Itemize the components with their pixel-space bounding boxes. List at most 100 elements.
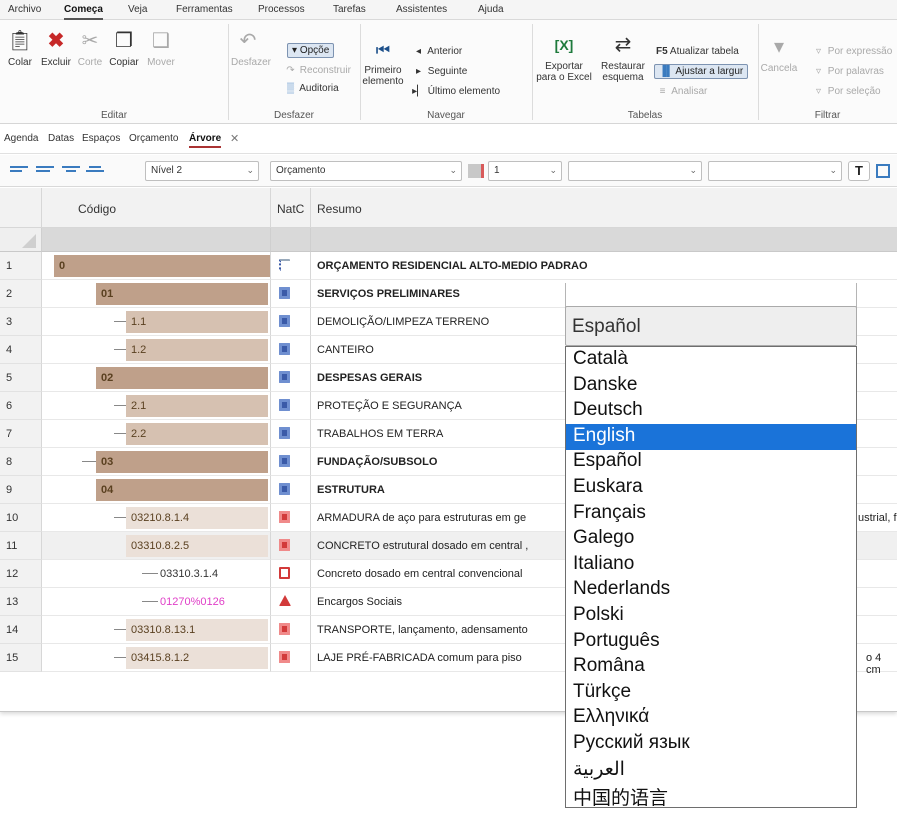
filter-by-words[interactable]: ▿ Por palavras xyxy=(812,66,884,77)
update-table-button[interactable]: F5 Atualizar tabela xyxy=(656,46,739,57)
code-cell[interactable]: ▷03210.8.1.4 xyxy=(42,504,271,532)
code-cell[interactable]: 01270%0126 xyxy=(42,588,271,616)
last-element-button[interactable]: ▸▏ Último elemento xyxy=(412,86,500,97)
natc-cell[interactable] xyxy=(271,588,311,616)
expand-all-icon[interactable] xyxy=(86,164,104,176)
expand-node-icon[interactable] xyxy=(62,164,80,176)
tab-arvore[interactable]: Árvore xyxy=(189,133,222,148)
language-option[interactable]: Türkçe xyxy=(566,680,856,706)
paste-button[interactable]: 📋︎ Colar xyxy=(4,28,36,68)
language-option[interactable]: Deutsch xyxy=(566,398,856,424)
code-cell[interactable]: ◢03310.8.2.5 xyxy=(42,532,271,560)
expand-level-icon[interactable] xyxy=(36,164,54,176)
language-option[interactable]: Español xyxy=(566,449,856,475)
tab-espacos[interactable]: Espaços xyxy=(82,133,120,144)
next-button[interactable]: ▸ Seguinte xyxy=(412,66,467,77)
code-cell[interactable]: ▷2.1 xyxy=(42,392,271,420)
language-option[interactable]: Danske xyxy=(566,373,856,399)
delete-button[interactable]: ✖ Excluir xyxy=(38,28,74,68)
filter-row-cell[interactable] xyxy=(311,228,897,252)
natc-cell[interactable] xyxy=(271,644,311,672)
code-cell[interactable]: 03310.3.1.4 xyxy=(42,560,271,588)
natc-cell[interactable] xyxy=(271,420,311,448)
filter-row-cell[interactable] xyxy=(271,228,311,252)
close-tab-icon[interactable]: ✕ xyxy=(230,132,239,145)
language-option[interactable]: Româna xyxy=(566,654,856,680)
language-option[interactable]: Français xyxy=(566,501,856,527)
table-row[interactable]: 1◢0 ORÇAMENTO RESIDENCIAL ALTO-MEDIO PADR… xyxy=(0,252,897,280)
budget-select[interactable]: Orçamento ⌄ xyxy=(270,161,462,181)
move-button[interactable]: ❑ Mover xyxy=(144,28,178,68)
column-header-codigo[interactable]: Código xyxy=(42,188,271,228)
field-select-1[interactable]: ⌄ xyxy=(568,161,702,181)
menu-tarefas[interactable]: Tarefas xyxy=(333,4,366,15)
export-excel-button[interactable]: [X] Exportar para o Excel xyxy=(536,32,592,83)
menu-ajuda[interactable]: Ajuda xyxy=(478,4,504,15)
tab-agenda[interactable]: Agenda xyxy=(4,133,38,144)
code-cell[interactable]: ◢0 xyxy=(42,252,271,280)
natc-cell[interactable] xyxy=(271,476,311,504)
cancel-filter-button[interactable]: ▾ Cancela xyxy=(760,34,798,74)
language-option[interactable]: Euskara xyxy=(566,475,856,501)
rebuild-button[interactable]: ↷ Reconstruir xyxy=(284,65,351,76)
language-option[interactable]: Ελληνικά xyxy=(566,705,856,731)
natc-cell[interactable] xyxy=(271,504,311,532)
menu-veja[interactable]: Veja xyxy=(128,4,147,15)
cut-button[interactable]: ✂ Corte xyxy=(76,28,104,68)
language-option[interactable]: العربية xyxy=(566,757,856,783)
tab-orcamento[interactable]: Orçamento xyxy=(129,133,178,144)
language-option[interactable]: Galego xyxy=(566,526,856,552)
menu-archivo[interactable]: Archivo xyxy=(8,4,41,15)
tab-datas[interactable]: Datas xyxy=(48,133,74,144)
filter-by-selection[interactable]: ▿ Por seleção xyxy=(812,86,881,97)
language-option[interactable]: English xyxy=(566,423,856,450)
natc-cell[interactable] xyxy=(271,308,311,336)
natc-cell[interactable] xyxy=(271,560,311,588)
language-options-list[interactable]: Català Danske Deutsch English Español Euskara… xyxy=(565,346,857,809)
code-cell[interactable]: ▷03 xyxy=(42,448,271,476)
options-dropdown[interactable]: ▾ Opçõe xyxy=(287,43,335,58)
column-header-natc[interactable]: NatC xyxy=(271,188,311,228)
field-select-2[interactable]: ⌄ xyxy=(708,161,842,181)
natc-cell[interactable] xyxy=(271,448,311,476)
code-cell[interactable]: ▷03310.8.13.1 xyxy=(42,616,271,644)
natc-cell[interactable] xyxy=(271,252,311,280)
first-element-button[interactable]: ⏮︎ Primeiro elemento xyxy=(360,40,406,87)
level-select[interactable]: Nível 2 ⌄ xyxy=(145,161,259,181)
audit-button[interactable]: ▒ Auditoria xyxy=(284,83,339,94)
code-cell[interactable]: ◢04 xyxy=(42,476,271,504)
code-cell[interactable]: ▷2.2 xyxy=(42,420,271,448)
code-cell[interactable]: ◢01 xyxy=(42,280,271,308)
grid-layout-icon[interactable] xyxy=(876,164,890,178)
collapse-all-icon[interactable] xyxy=(10,164,28,176)
table-filter-icon[interactable] xyxy=(468,164,484,178)
natc-cell[interactable] xyxy=(271,532,311,560)
natc-cell[interactable] xyxy=(271,336,311,364)
restore-scheme-button[interactable]: ⇄ Restaurar esquema xyxy=(600,32,646,83)
code-cell[interactable]: ▷1.2 xyxy=(42,336,271,364)
code-cell[interactable]: ◢02 xyxy=(42,364,271,392)
language-option[interactable]: 中国的语言 xyxy=(566,782,856,809)
natc-cell[interactable] xyxy=(271,280,311,308)
copy-button[interactable]: ❐ Copiar xyxy=(106,28,142,68)
natc-cell[interactable] xyxy=(271,392,311,420)
text-format-button[interactable]: T xyxy=(848,161,870,181)
menu-ferramentas[interactable]: Ferramentas xyxy=(176,4,233,15)
menu-processos[interactable]: Processos xyxy=(258,4,305,15)
language-select[interactable]: Español xyxy=(565,306,857,346)
language-option[interactable]: Português xyxy=(566,629,856,655)
code-cell[interactable]: ▷1.1 xyxy=(42,308,271,336)
natc-cell[interactable] xyxy=(271,616,311,644)
language-option[interactable]: Русский язык xyxy=(566,731,856,757)
code-cell[interactable]: ▷03415.8.1.2 xyxy=(42,644,271,672)
summary-cell[interactable]: ORÇAMENTO RESIDENCIAL ALTO-MEDIO PADRAO xyxy=(311,252,897,280)
filter-by-expression[interactable]: ▿ Por expressão xyxy=(812,46,892,57)
language-option[interactable]: Italiano xyxy=(566,552,856,578)
language-option[interactable]: Nederlands xyxy=(566,577,856,603)
fit-width-button[interactable]: ▐▌ Ajustar a largur xyxy=(654,64,749,79)
column-header-resumo[interactable]: Resumo xyxy=(311,188,897,228)
language-option[interactable]: Polski xyxy=(566,603,856,629)
natc-cell[interactable] xyxy=(271,364,311,392)
filter-row-cell[interactable] xyxy=(42,228,271,252)
undo-button[interactable]: ↶ Desfazer xyxy=(231,28,271,68)
